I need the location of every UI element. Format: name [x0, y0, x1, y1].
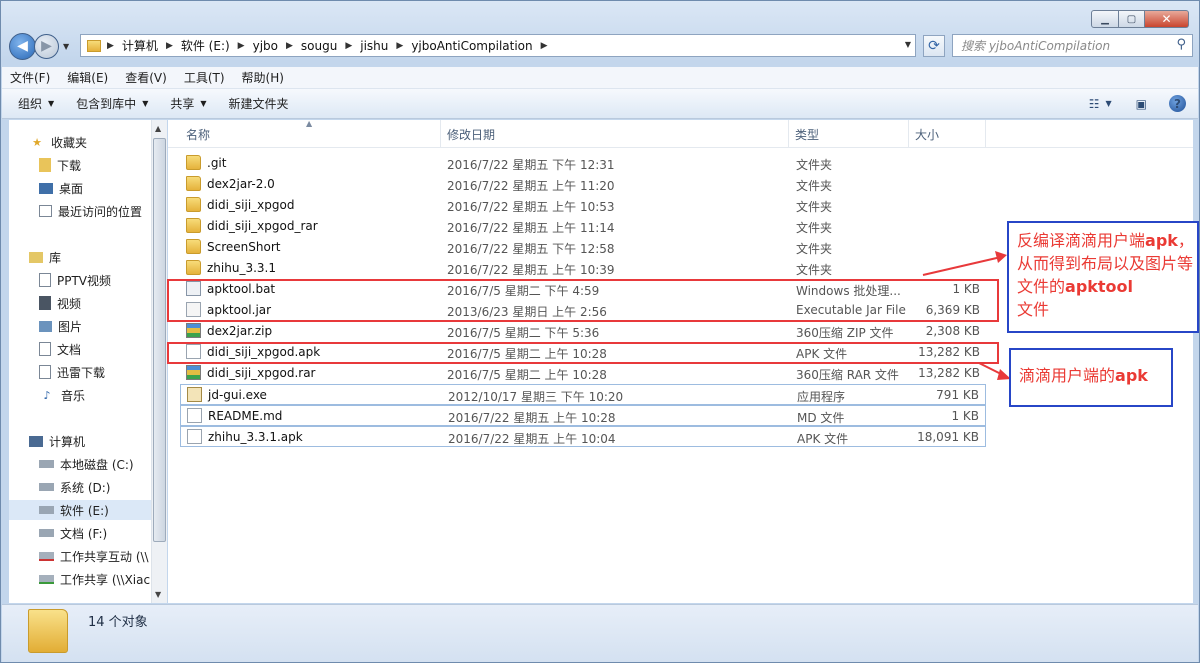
- folder-icon: [28, 609, 68, 653]
- explorer-window: ▁ ▢ ✕ ◀ ▶ ▼ ▶ 计算机 ▶ 软件 (E:) ▶ yjbo ▶ sou…: [0, 0, 1200, 663]
- apk-annotation: 滴滴用户端的apk: [1009, 348, 1173, 407]
- apk-note-b: apk: [1115, 366, 1148, 385]
- apktool-note-a: 反编译滴滴用户端: [1017, 231, 1146, 250]
- apktool-note-d: apktool: [1065, 277, 1134, 296]
- apk-note-a: 滴滴用户端的: [1019, 366, 1116, 385]
- apktool-annotation: 反编译滴滴用户端apk，从而得到布局以及图片等文件的apktool 文件: [1007, 221, 1199, 333]
- arrow-head-apktool: [995, 251, 1007, 263]
- apktool-note-e: 文件: [1017, 300, 1050, 319]
- item-count: 14 个对象: [88, 615, 148, 630]
- arrow-line-apktool: [922, 256, 1002, 276]
- apktool-note-b: apk: [1145, 231, 1178, 250]
- details-pane: 14 个对象: [2, 604, 1198, 662]
